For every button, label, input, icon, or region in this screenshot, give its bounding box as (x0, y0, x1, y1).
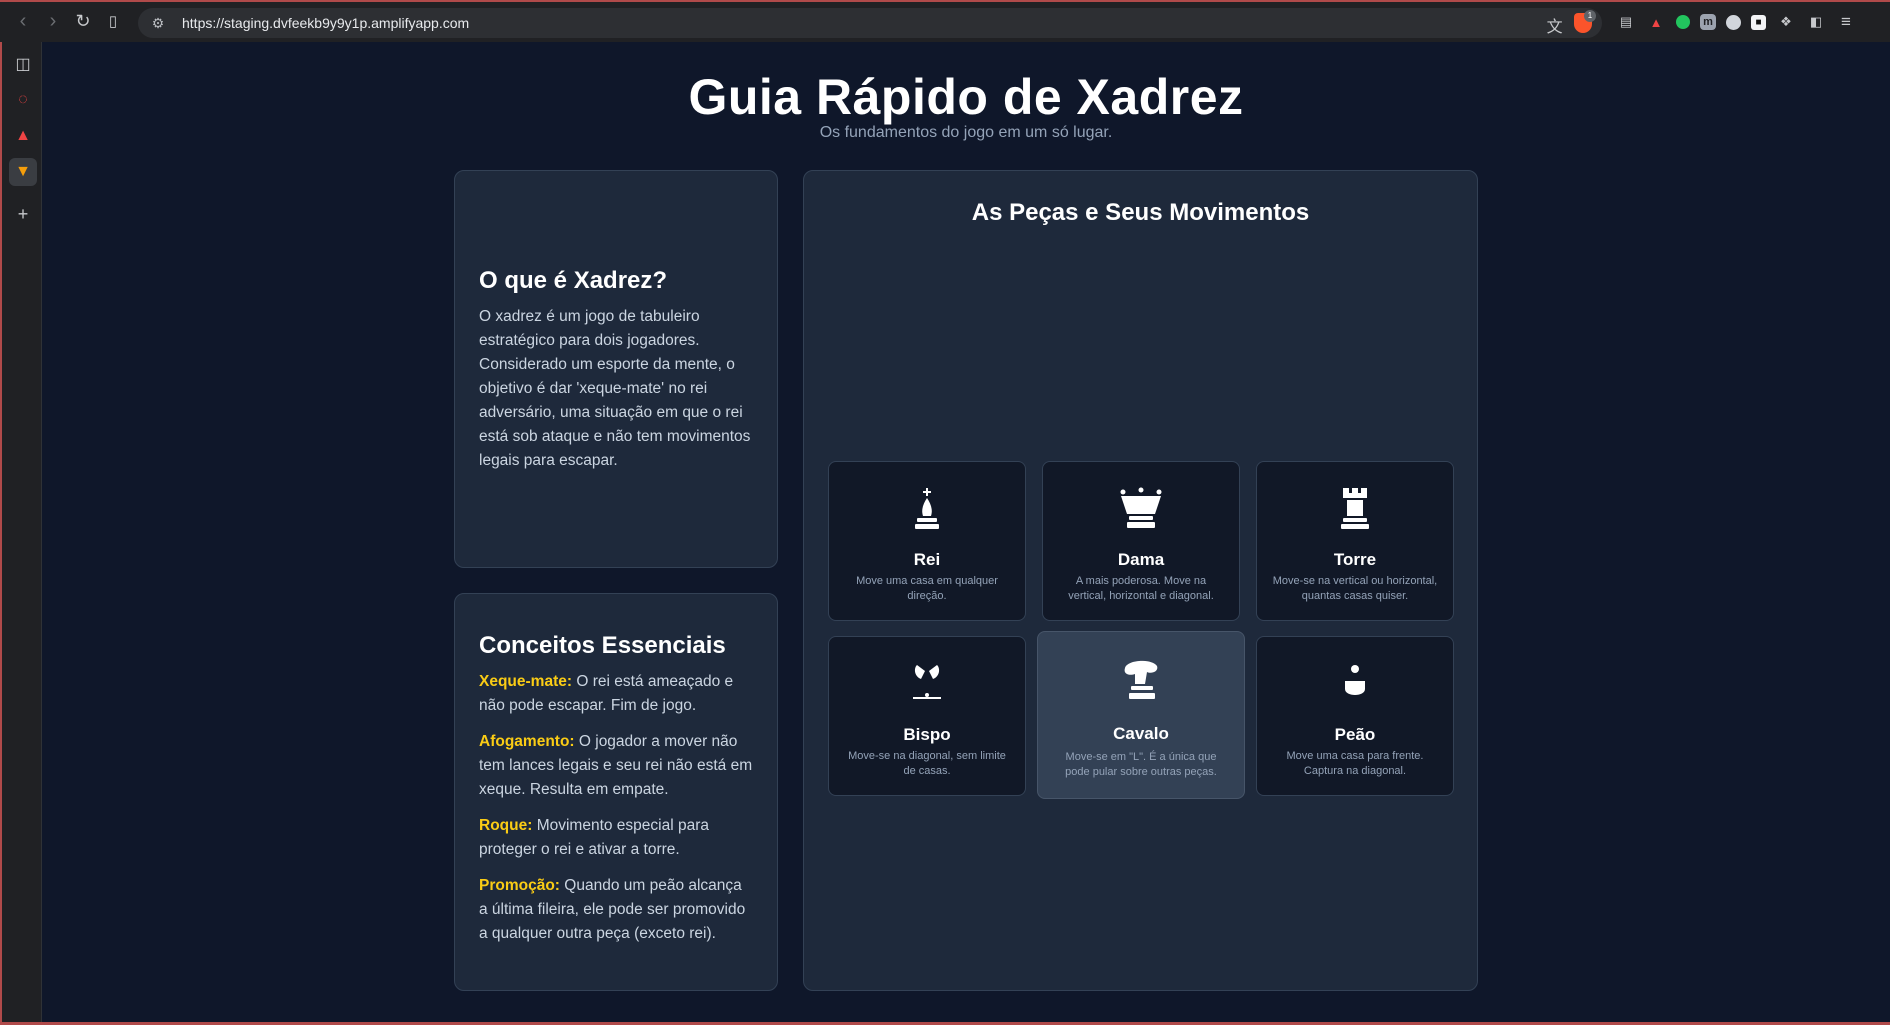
concepts-heading: Conceitos Essenciais (479, 632, 726, 659)
concept-item: Promoção: Quando um peão alcança a últim… (479, 874, 753, 946)
concept-item: Xeque-mate: O rei está ameaçado e não po… (479, 670, 753, 718)
piece-name: Bispo (903, 725, 951, 744)
intro-text: O xadrez é um jogo de tabuleiro estratég… (479, 308, 751, 469)
piece-name: Dama (1117, 550, 1165, 569)
piece-card-king[interactable]: Rei Move uma casa em qualquer direção. (828, 461, 1026, 621)
hamburger-menu-icon[interactable]: ≡ (1836, 12, 1856, 32)
sidebar-add-icon[interactable]: + (9, 200, 37, 228)
piece-card-bishop[interactable]: Bispo Move-se na diagonal, sem limite de… (828, 636, 1026, 796)
concept-term: Afogamento: (479, 733, 575, 750)
site-settings-icon[interactable]: ⚙ (144, 15, 172, 32)
sidebar-alert-icon[interactable]: ▲ (9, 122, 37, 150)
piece-desc: Move-se na vertical ou horizontal, quant… (1272, 575, 1438, 602)
sidebar-circle-icon[interactable]: ◌ (9, 86, 37, 114)
intro-card: O que é Xadrez? O xadrez é um jogo de ta… (454, 170, 778, 568)
piece-desc: Move-se em "L". É a única que pode pular… (1065, 751, 1217, 778)
concepts-card: Conceitos Essenciais Xeque-mate: O rei e… (454, 593, 778, 991)
forward-arrow-icon[interactable]: › (38, 6, 68, 36)
concept-term: Roque: (479, 817, 533, 834)
sidebar-app-icon[interactable]: ▼ (9, 158, 37, 186)
piece-name: Cavalo (1113, 724, 1169, 743)
extension-fire-icon[interactable]: ▲ (1646, 12, 1666, 32)
page-title: Guia Rápido de Xadrez (688, 69, 1244, 125)
piece-name: Rei (913, 550, 941, 569)
extension-m-icon[interactable]: m (1700, 14, 1716, 30)
back-arrow-icon[interactable]: ‹ (8, 6, 38, 36)
piece-desc: Move-se na diagonal, sem limite de casas… (848, 750, 1006, 777)
piece-desc: Move uma casa para frente. Captura na di… (1286, 750, 1424, 777)
piece-card-queen[interactable]: Dama A mais poderosa. Move na vertical, … (1042, 461, 1240, 621)
browser-sidebar: ◫ ◌ ▲ ▼ + (0, 42, 42, 1025)
bookmark-icon[interactable]: ▯ (98, 6, 128, 36)
extension-square-icon[interactable]: ■ (1751, 14, 1766, 30)
piece-card-pawn[interactable]: Peão Move uma casa para frente. Captura … (1256, 636, 1454, 796)
king-icon (915, 488, 939, 529)
brave-badge: 1 (1584, 10, 1596, 22)
piece-name: Torre (1333, 550, 1377, 569)
piece-card-knight[interactable]: Cavalo Move-se em "L". É a única que pod… (1037, 631, 1245, 799)
address-bar[interactable]: ⚙ https://staging.dvfeekb9y9y1p.amplifya… (138, 8, 1602, 38)
bishop-icon (913, 665, 941, 699)
concept-term: Xeque-mate: (479, 673, 573, 690)
rook-icon (1341, 488, 1369, 529)
sidebar-panel-icon[interactable]: ◫ (9, 50, 37, 78)
browser-toolbar: ‹ › ↻ ▯ ⚙ https://staging.dvfeekb9y9y1p.… (0, 0, 1890, 42)
extension-doc-icon[interactable]: ▤ (1616, 12, 1636, 32)
pieces-heading: As Peças e Seus Movimentos (971, 199, 1310, 226)
queen-icon (1120, 487, 1162, 528)
pawn-icon (1345, 665, 1365, 695)
url-text[interactable]: https://staging.dvfeekb9y9y1p.amplifyapp… (182, 15, 469, 31)
piece-card-rook[interactable]: Torre Move-se na vertical ou horizontal,… (1256, 461, 1454, 621)
reload-icon[interactable]: ↻ (68, 6, 98, 36)
concept-item: Roque: Movimento especial para proteger … (479, 814, 753, 862)
extension-circle-icon[interactable] (1726, 14, 1741, 30)
sidebar-toggle-icon[interactable]: ◧ (1806, 12, 1826, 32)
piece-desc: A mais poderosa. Move na vertical, horiz… (1068, 575, 1214, 602)
concept-term: Promoção: (479, 877, 560, 894)
translate-icon[interactable]: 文 (1547, 13, 1563, 37)
intro-heading: O que é Xadrez? (479, 267, 668, 294)
pieces-card: As Peças e Seus Movimentos Rei Move uma … (803, 170, 1478, 991)
piece-desc: Move uma casa em qualquer direção. (856, 575, 998, 602)
page-subtitle: Os fundamentos do jogo em um só lugar. (819, 124, 1113, 141)
piece-name: Peão (1334, 725, 1376, 744)
page-content: Guia Rápido de Xadrez Os fundamentos do … (42, 42, 1890, 1022)
knight-icon (1124, 660, 1158, 699)
extensions-puzzle-icon[interactable]: ❖ (1776, 12, 1796, 32)
extension-green-icon[interactable] (1676, 15, 1690, 29)
concept-item: Afogamento: O jogador a mover não tem la… (479, 730, 753, 802)
